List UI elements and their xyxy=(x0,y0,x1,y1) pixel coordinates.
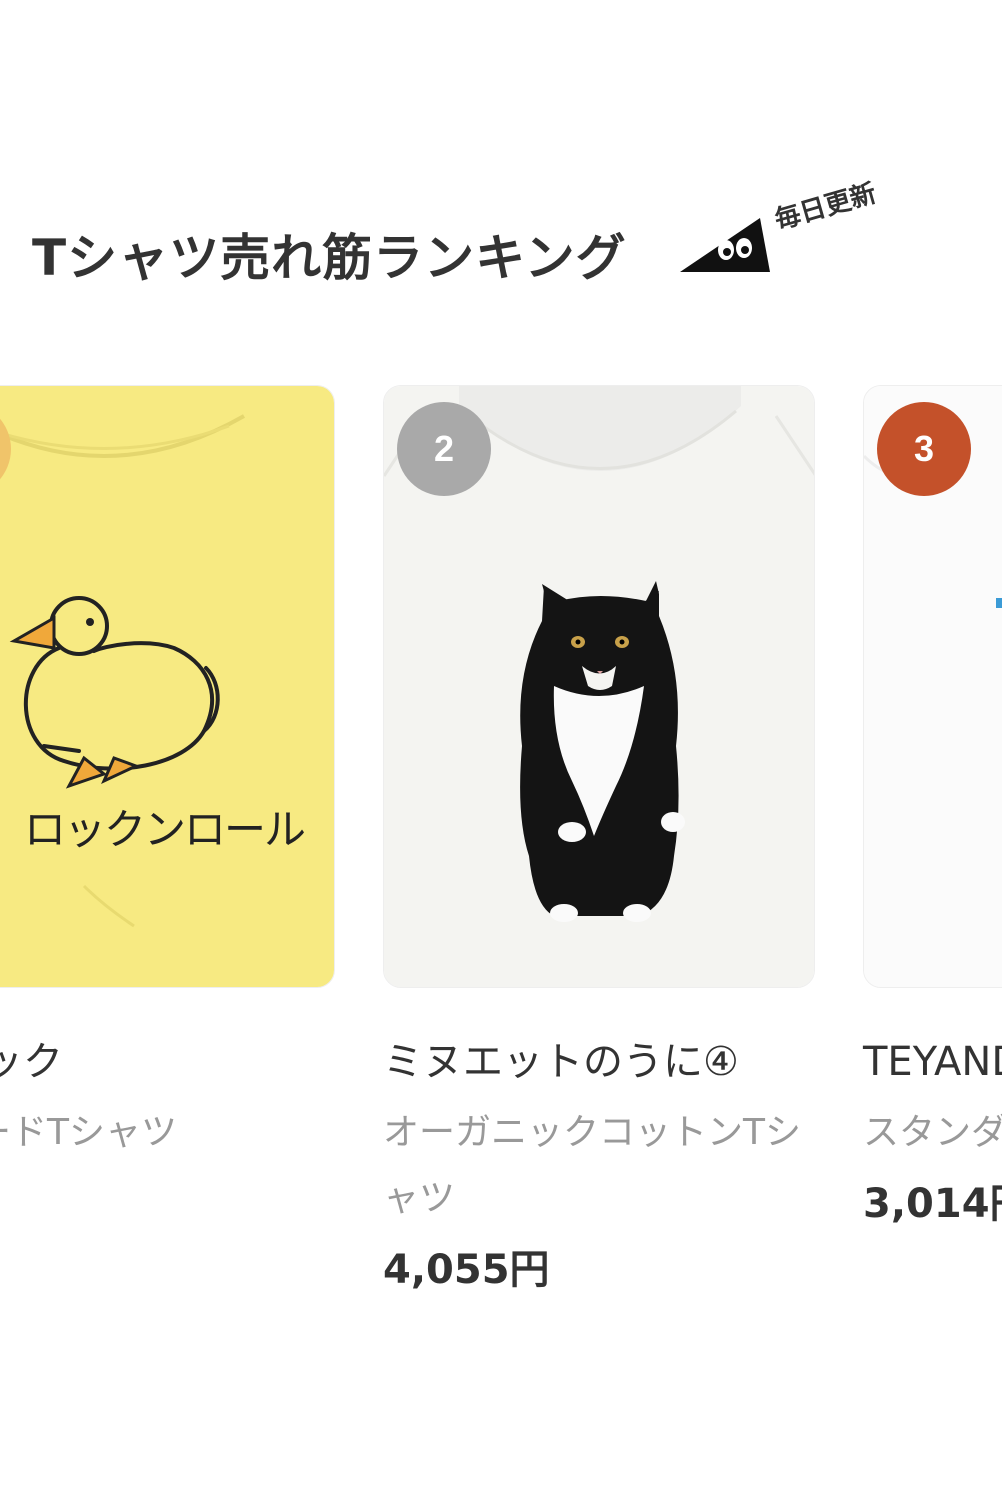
product-image[interactable]: ロックンロール 1 xyxy=(0,385,335,988)
daily-update-badge: 毎日更新 xyxy=(771,178,880,237)
product-price: 4,055円 xyxy=(383,1247,550,1293)
product-image[interactable]: 2 xyxy=(383,385,815,988)
product-price: 3,014円 xyxy=(863,1181,1002,1227)
eyes-mascot-icon xyxy=(680,218,770,272)
product-type: スタンダ xyxy=(863,1112,1002,1153)
product-name[interactable]: るロック xyxy=(0,1034,335,1090)
rank-badge-3: 3 xyxy=(877,402,971,496)
rank-badge-2: 2 xyxy=(397,402,491,496)
product-price: 4円 xyxy=(0,1174,335,1234)
shirt-print-text: ロックンロール xyxy=(24,805,306,854)
product-card[interactable]: 3 TEYAND スタンダ 3,014円 xyxy=(863,385,1002,1234)
product-image[interactable]: 3 xyxy=(863,385,1002,988)
product-type: オーガニックコットンTシャツ xyxy=(383,1112,801,1219)
section-title: Tシャツ売れ筋ランキング xyxy=(32,229,627,287)
tshirt-duck-image xyxy=(0,386,334,987)
ranking-carousel[interactable]: ロックンロール 1 るロック ンダードTシャツ 4円 xyxy=(0,385,1002,1385)
product-type: ンダードTシャツ xyxy=(0,1112,177,1153)
product-card[interactable]: ロックンロール 1 るロック ンダードTシャツ 4円 xyxy=(0,385,335,1234)
product-name[interactable]: TEYAND xyxy=(863,1034,1002,1090)
product-name[interactable]: ミヌエットのうに④ xyxy=(383,1034,815,1090)
product-card[interactable]: 2 ミヌエットのうに④ オーガニックコットンTシャツ 4,055円 xyxy=(383,385,815,1300)
